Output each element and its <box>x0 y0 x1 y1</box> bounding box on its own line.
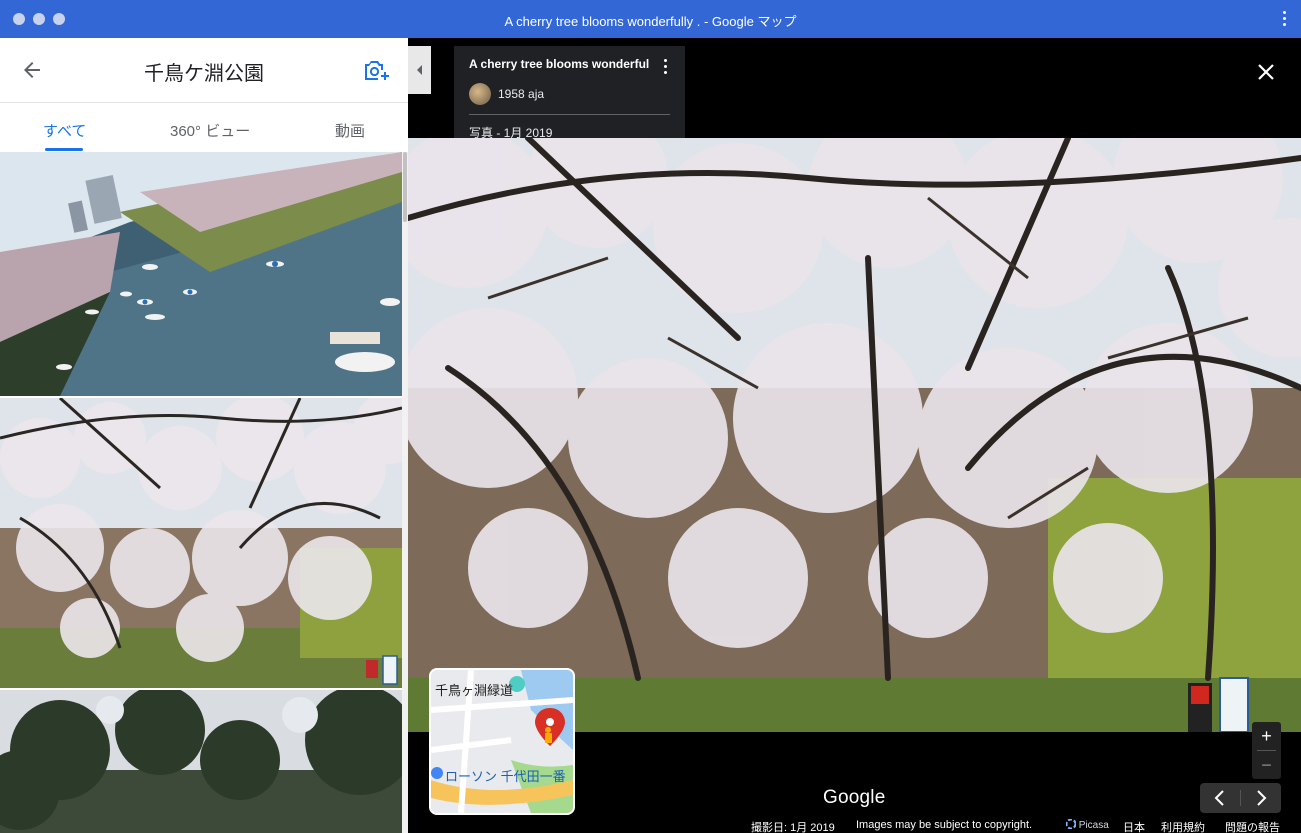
photo-thumbnail-selected[interactable] <box>0 398 402 688</box>
viewer-footer: 撮影日: 1月 2019 Images may be subject to co… <box>408 816 1301 833</box>
info-divider <box>469 114 670 115</box>
author-name[interactable]: 1958 aja <box>498 87 544 101</box>
scrollbar-thumb[interactable] <box>403 152 407 222</box>
report-problem-link[interactable]: 問題の報告 <box>1225 819 1280 833</box>
active-tab-indicator <box>45 148 83 151</box>
google-logo: Google <box>823 787 886 808</box>
add-photo-icon[interactable] <box>362 58 390 82</box>
tab-360-view[interactable]: 360° ビュー <box>170 120 250 141</box>
more-options-icon[interactable] <box>664 59 668 77</box>
mini-map[interactable]: 千鳥ヶ淵緑道 ローソン 千代田一番 <box>429 668 575 815</box>
chevron-left-icon[interactable] <box>1200 783 1240 813</box>
pegman-icon <box>545 727 551 733</box>
main-photo[interactable] <box>408 138 1301 732</box>
picasa-logo: Picasa <box>1065 818 1109 831</box>
photo-thumbnail[interactable] <box>0 690 402 833</box>
map-label-lawson: ローソン 千代田一番 <box>445 769 566 784</box>
photo-thumbnail[interactable] <box>0 152 402 396</box>
photo-title[interactable]: A cherry tree blooms wonderfully . <box>469 57 649 71</box>
photo-sidebar: 千鳥ケ淵公園 すべて 360° ビュー 動画 <box>0 38 408 833</box>
photo-info-card: A cherry tree blooms wonderfully . 1958 … <box>454 46 685 140</box>
collapse-sidebar-button[interactable] <box>408 46 431 94</box>
sidebar-header: 千鳥ケ淵公園 <box>0 38 408 103</box>
zoom-control: + − <box>1252 722 1281 779</box>
thumbnail-list <box>0 152 402 833</box>
close-icon[interactable] <box>1254 60 1278 84</box>
window-titlebar: A cherry tree blooms wonderfully . - Goo… <box>0 0 1301 38</box>
map-label-ryokudo: 千鳥ヶ淵緑道 <box>435 683 514 698</box>
window-title: A cherry tree blooms wonderfully . - Goo… <box>504 14 797 29</box>
picasa-label: Picasa <box>1078 820 1109 831</box>
tab-videos[interactable]: 動画 <box>335 120 365 141</box>
place-title: 千鳥ケ淵公園 <box>144 63 264 85</box>
window-menu-icon[interactable] <box>1283 11 1287 27</box>
zoom-in-button[interactable]: + <box>1252 722 1281 750</box>
author-avatar[interactable] <box>469 83 491 105</box>
tab-all[interactable]: すべて <box>43 120 86 141</box>
photo-tabs: すべて 360° ビュー 動画 <box>0 102 408 152</box>
photo-viewer: A cherry tree blooms wonderfully . 1958 … <box>408 38 1301 833</box>
capture-date: 撮影日: 1月 2019 <box>751 822 835 833</box>
chevron-left-icon <box>417 65 422 75</box>
copyright-notice: Images may be subject to copyright. <box>856 819 1033 831</box>
terms-link[interactable]: 利用規約 <box>1161 819 1205 833</box>
chevron-right-icon[interactable] <box>1241 783 1281 813</box>
zoom-out-button[interactable]: − <box>1252 751 1281 779</box>
photo-navigation <box>1200 783 1281 813</box>
picasa-icon <box>1065 818 1077 830</box>
country-link[interactable]: 日本 <box>1123 819 1145 833</box>
